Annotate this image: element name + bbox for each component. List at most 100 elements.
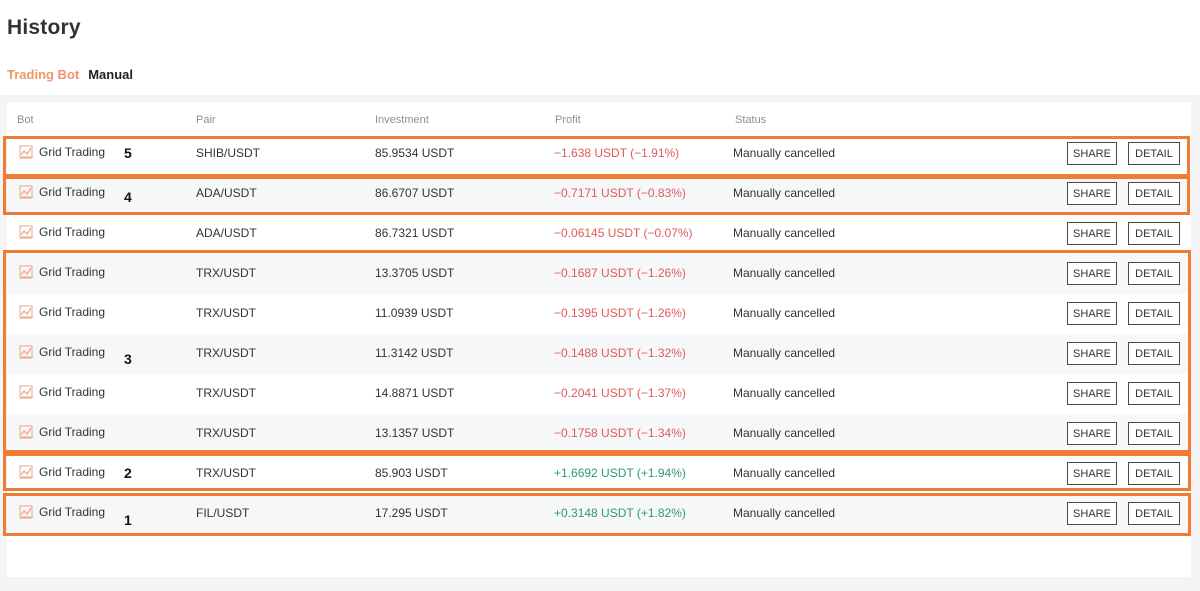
bot-cell: Grid Trading — [19, 385, 105, 399]
investment-cell: 13.1357 USDT — [375, 426, 455, 440]
header — [0, 0, 1200, 95]
share-button[interactable]: SHARE — [1067, 142, 1117, 165]
detail-button[interactable]: DETAIL — [1128, 342, 1180, 365]
pair-cell: SHIB/USDT — [196, 146, 261, 160]
table-row: Grid Trading TRX/USDT 85.903 USDT +1.6692 U… — [7, 454, 1191, 494]
status-cell: Manually cancelled — [733, 226, 836, 240]
detail-button[interactable]: DETAIL — [1128, 222, 1180, 245]
bot-name: Grid Trading — [39, 225, 106, 239]
profit-cell: −0.1758 USDT (−1.34%) — [554, 426, 686, 440]
column-header-pair: Pair — [196, 114, 216, 126]
bot-cell: Grid Trading — [19, 345, 105, 359]
tab-manual[interactable]: Manual — [88, 67, 133, 82]
annotation-label: 1 — [124, 512, 132, 528]
profit-cell: −0.06145 USDT (−0.07%) — [554, 226, 693, 240]
investment-cell: 85.903 USDT — [375, 466, 448, 480]
pair-cell: FIL/USDT — [196, 506, 250, 520]
pair-cell: TRX/USDT — [196, 346, 256, 360]
grid-chart-icon — [19, 265, 33, 279]
profit-cell: −0.1395 USDT (−1.26%) — [554, 306, 686, 320]
detail-button[interactable]: DETAIL — [1128, 182, 1180, 205]
share-button[interactable]: SHARE — [1067, 342, 1117, 365]
pair-cell: TRX/USDT — [196, 426, 256, 440]
status-cell: Manually cancelled — [733, 466, 836, 480]
share-button[interactable]: SHARE — [1067, 462, 1117, 485]
detail-button[interactable]: DETAIL — [1128, 462, 1180, 485]
bot-name: Grid Trading — [39, 425, 106, 439]
share-button[interactable]: SHARE — [1067, 302, 1117, 325]
bot-name: Grid Trading — [39, 185, 106, 199]
bot-name: Grid Trading — [39, 345, 106, 359]
detail-button[interactable]: DETAIL — [1128, 382, 1180, 405]
page-title: History — [7, 16, 81, 39]
investment-cell: 11.3142 USDT — [375, 346, 454, 360]
grid-chart-icon — [19, 185, 33, 199]
grid-chart-icon — [19, 425, 33, 439]
pair-cell: TRX/USDT — [196, 386, 256, 400]
bot-cell: Grid Trading — [19, 185, 105, 199]
share-button[interactable]: SHARE — [1067, 382, 1117, 405]
page: History Trading Bot Manual Bot Pair Inve… — [0, 0, 1200, 591]
bot-cell: Grid Trading — [19, 425, 105, 439]
investment-cell: 14.8871 USDT — [375, 386, 455, 400]
grid-chart-icon — [19, 305, 33, 319]
bot-cell: Grid Trading — [19, 265, 105, 279]
detail-button[interactable]: DETAIL — [1128, 302, 1180, 325]
investment-cell: 86.6707 USDT — [375, 186, 455, 200]
table-row: Grid Trading TRX/USDT 14.8871 USDT −0.2041 … — [7, 374, 1191, 414]
bot-name: Grid Trading — [39, 385, 106, 399]
table-header: Bot Pair Investment Profit Status — [7, 110, 1191, 132]
detail-button[interactable]: DETAIL — [1128, 142, 1180, 165]
profit-cell: −1.638 USDT (−1.91%) — [554, 146, 680, 160]
grid-chart-icon — [19, 345, 33, 359]
bot-cell: Grid Trading — [19, 465, 105, 479]
bot-cell: Grid Trading — [19, 225, 105, 239]
status-cell: Manually cancelled — [733, 386, 836, 400]
table-row: Grid Trading ADA/USDT 86.6707 USDT −0.7171 … — [7, 174, 1191, 214]
status-cell: Manually cancelled — [733, 146, 836, 160]
share-button[interactable]: SHARE — [1067, 262, 1117, 285]
profit-cell: +0.3148 USDT (+1.82%) — [554, 506, 686, 520]
history-tabs: Trading Bot Manual — [7, 67, 133, 82]
annotation-label: 4 — [124, 189, 132, 205]
bot-name: Grid Trading — [39, 465, 106, 479]
share-button[interactable]: SHARE — [1067, 222, 1117, 245]
table-row: Grid Trading TRX/USDT 11.3142 USDT −0.1488 … — [7, 334, 1191, 374]
share-button[interactable]: SHARE — [1067, 182, 1117, 205]
bot-name: Grid Trading — [39, 145, 106, 159]
detail-button[interactable]: DETAIL — [1128, 422, 1180, 445]
profit-cell: −0.2041 USDT (−1.37%) — [554, 386, 686, 400]
pair-cell: TRX/USDT — [196, 306, 256, 320]
table-row: Grid Trading TRX/USDT 13.3705 USDT −0.1687 … — [7, 254, 1191, 294]
detail-button[interactable]: DETAIL — [1128, 262, 1180, 285]
table-row: Grid Trading ADA/USDT 86.7321 USDT −0.06145… — [7, 214, 1191, 254]
bot-cell: Grid Trading — [19, 505, 105, 519]
table-row: Grid Trading TRX/USDT 13.1357 USDT −0.1758 … — [7, 414, 1191, 454]
investment-cell: 17.295 USDT — [375, 506, 448, 520]
pair-cell: TRX/USDT — [196, 266, 256, 280]
pair-cell: TRX/USDT — [196, 466, 256, 480]
table-row: Grid Trading TRX/USDT 11.0939 USDT −0.1395 … — [7, 294, 1191, 334]
status-cell: Manually cancelled — [733, 266, 836, 280]
status-cell: Manually cancelled — [733, 306, 836, 320]
investment-cell: 11.0939 USDT — [375, 306, 454, 320]
bot-name: Grid Trading — [39, 505, 106, 519]
bot-name: Grid Trading — [39, 265, 106, 279]
share-button[interactable]: SHARE — [1067, 422, 1117, 445]
profit-cell: −0.1488 USDT (−1.32%) — [554, 346, 686, 360]
bot-name: Grid Trading — [39, 305, 106, 319]
tab-trading-bot[interactable]: Trading Bot — [7, 67, 79, 82]
pair-cell: ADA/USDT — [196, 186, 257, 200]
detail-button[interactable]: DETAIL — [1128, 502, 1180, 525]
share-button[interactable]: SHARE — [1067, 502, 1117, 525]
column-header-bot: Bot — [17, 114, 34, 126]
status-cell: Manually cancelled — [733, 186, 836, 200]
pair-cell: ADA/USDT — [196, 226, 257, 240]
profit-cell: +1.6692 USDT (+1.94%) — [554, 466, 686, 480]
investment-cell: 86.7321 USDT — [375, 226, 455, 240]
annotation-label: 2 — [124, 465, 132, 481]
table-row: Grid Trading SHIB/USDT 85.9534 USDT −1.638 … — [7, 134, 1191, 174]
column-header-profit: Profit — [555, 114, 581, 126]
grid-chart-icon — [19, 465, 33, 479]
annotation-label: 3 — [124, 351, 132, 367]
